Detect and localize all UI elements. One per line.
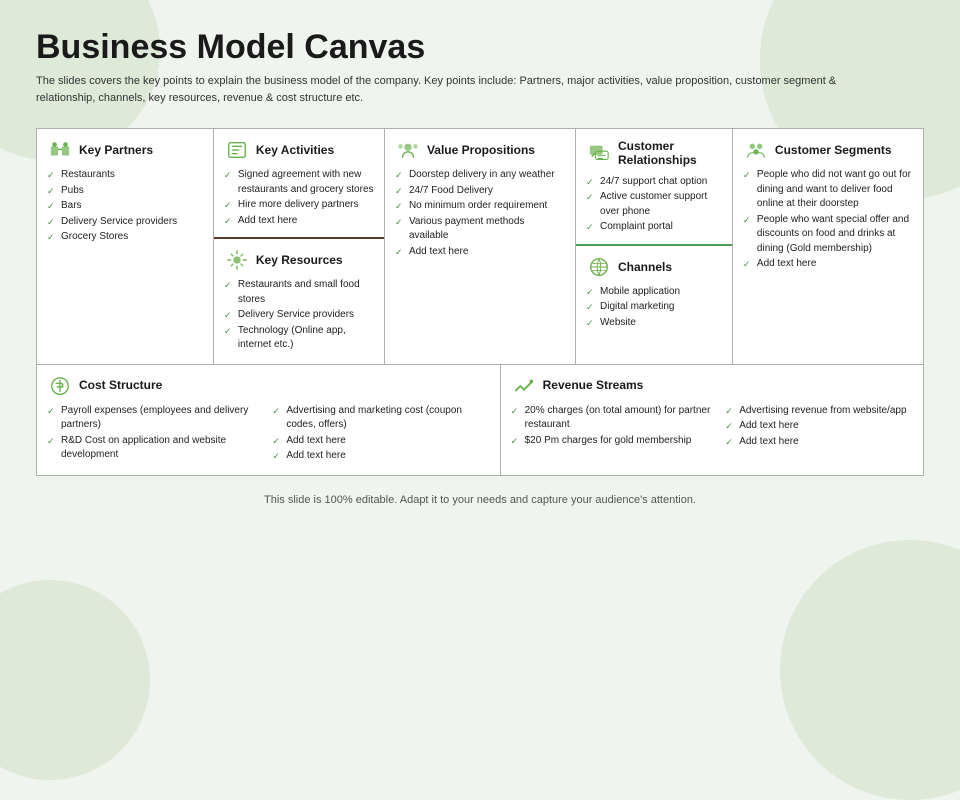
cost-structure-content: Payroll expenses (employees and delivery… [47,404,490,465]
key-resources-header: Key Resources [224,249,374,271]
list-item: Add text here [725,435,913,450]
list-item: Grocery Stores [47,230,203,245]
value-propositions-title: Value Propositions [427,143,535,157]
customer-segments-title: Customer Segments [775,143,892,157]
list-item: Advertising and marketing cost (coupon c… [272,404,489,433]
customer-segments-icon [743,139,769,161]
channels-header: Channels [586,256,722,278]
customer-relationships-section: Customer Relationships 24/7 support chat… [576,129,732,246]
cost-col-right: Advertising and marketing cost (coupon c… [272,404,489,465]
revenue-streams-title: Revenue Streams [543,378,644,392]
customer-segments-cell: Customer Segments People who did not wan… [733,129,923,364]
list-item: No minimum order requirement [395,199,565,214]
key-activities-header: Key Activities [224,139,374,161]
page-subtitle: The slides covers the key points to expl… [36,73,856,106]
channels-list: Mobile application Digital marketing Web… [586,285,722,331]
customer-col: Customer Relationships 24/7 support chat… [576,129,733,364]
list-item: Delivery Service providers [47,215,203,230]
list-item: Add text here [395,245,565,260]
key-partners-icon [47,139,73,161]
list-item: Payroll expenses (employees and delivery… [47,404,264,433]
list-item: Add text here [272,434,489,449]
list-item: R&D Cost on application and website deve… [47,434,264,463]
list-item: $20 Pm charges for gold membership [511,434,718,449]
key-resources-list: Restaurants and small food stores Delive… [224,278,374,353]
list-item: Doorstep delivery in any weather [395,168,565,183]
list-item: Complaint portal [586,220,722,235]
customer-relationships-icon [586,142,612,164]
list-item: Digital marketing [586,300,722,315]
list-item: 20% charges (on total amount) for partne… [511,404,718,433]
list-item: People who want special offer and discou… [743,213,913,257]
cost-list-2: Advertising and marketing cost (coupon c… [272,404,489,464]
customer-segments-list: People who did not want go out for dinin… [743,168,913,272]
page-wrapper: Business Model Canvas The slides covers … [0,0,960,526]
customer-segments-header: Customer Segments [743,139,913,161]
key-resources-icon [224,249,250,271]
list-item: People who did not want go out for dinin… [743,168,913,212]
revenue-streams-header: Revenue Streams [511,375,913,397]
key-activities-section: Key Activities Signed agreement with new… [214,129,384,239]
cost-structure-header: Cost Structure [47,375,490,397]
list-item: 24/7 support chat option [586,175,722,190]
key-resources-title: Key Resources [256,253,343,267]
footer-text: This slide is 100% editable. Adapt it to… [36,494,924,506]
channels-title: Channels [618,260,672,274]
canvas: Key Partners Restaurants Pubs Bars Deliv… [36,128,924,476]
value-propositions-icon [395,139,421,161]
customer-relationships-title: Customer Relationships [618,139,722,168]
list-item: Bars [47,199,203,214]
list-item: 24/7 Food Delivery [395,184,565,199]
cost-structure-title: Cost Structure [79,378,162,392]
cost-col-left: Payroll expenses (employees and delivery… [47,404,264,465]
list-item: Hire more delivery partners [224,198,374,213]
list-item: Pubs [47,184,203,199]
revenue-streams-content: 20% charges (on total amount) for partne… [511,404,913,451]
list-item: Signed agreement with new restaurants an… [224,168,374,197]
list-item: Restaurants [47,168,203,183]
key-partners-cell: Key Partners Restaurants Pubs Bars Deliv… [37,129,214,364]
list-item: Delivery Service providers [224,308,374,323]
value-propositions-header: Value Propositions [395,139,565,161]
cost-structure-icon [47,375,73,397]
customer-relationships-header: Customer Relationships [586,139,722,168]
key-activities-title: Key Activities [256,143,334,157]
bg-decoration-bl [0,580,150,780]
list-item: Add text here [272,449,489,464]
key-partners-list: Restaurants Pubs Bars Delivery Service p… [47,168,203,245]
list-item: Add text here [224,214,374,229]
revenue-list-1: 20% charges (on total amount) for partne… [511,404,718,449]
key-activities-icon [224,139,250,161]
activities-col: Key Activities Signed agreement with new… [214,129,385,364]
list-item: Add text here [743,257,913,272]
revenue-streams-icon [511,375,537,397]
revenue-list-2: Advertising revenue from website/app Add… [725,404,913,450]
bg-decoration-br [780,540,960,800]
key-partners-header: Key Partners [47,139,203,161]
channels-section: Channels Mobile application Digital mark… [576,246,732,364]
key-activities-list: Signed agreement with new restaurants an… [224,168,374,228]
key-partners-title: Key Partners [79,143,153,157]
page-title: Business Model Canvas [36,28,924,67]
list-item: Restaurants and small food stores [224,278,374,307]
list-item: Various payment methods available [395,215,565,244]
cost-structure-cell: Cost Structure Payroll expenses (employe… [37,365,501,475]
list-item: Technology (Online app, internet etc.) [224,324,374,353]
list-item: Mobile application [586,285,722,300]
list-item: Website [586,316,722,331]
rev-col-left: 20% charges (on total amount) for partne… [511,404,718,451]
revenue-streams-cell: Revenue Streams 20% charges (on total am… [501,365,923,475]
list-item: Advertising revenue from website/app [725,404,913,419]
rev-col-right: Advertising revenue from website/app Add… [725,404,913,451]
channels-icon [586,256,612,278]
list-item: Add text here [725,419,913,434]
list-item: Active customer support over phone [586,190,722,219]
cost-list-1: Payroll expenses (employees and delivery… [47,404,264,463]
value-propositions-cell: Value Propositions Doorstep delivery in … [385,129,576,364]
top-row: Key Partners Restaurants Pubs Bars Deliv… [37,129,923,365]
customer-relationships-list: 24/7 support chat option Active customer… [586,175,722,235]
value-propositions-list: Doorstep delivery in any weather 24/7 Fo… [395,168,565,259]
key-resources-section: Key Resources Restaurants and small food… [214,239,384,364]
bottom-row: Cost Structure Payroll expenses (employe… [37,365,923,475]
